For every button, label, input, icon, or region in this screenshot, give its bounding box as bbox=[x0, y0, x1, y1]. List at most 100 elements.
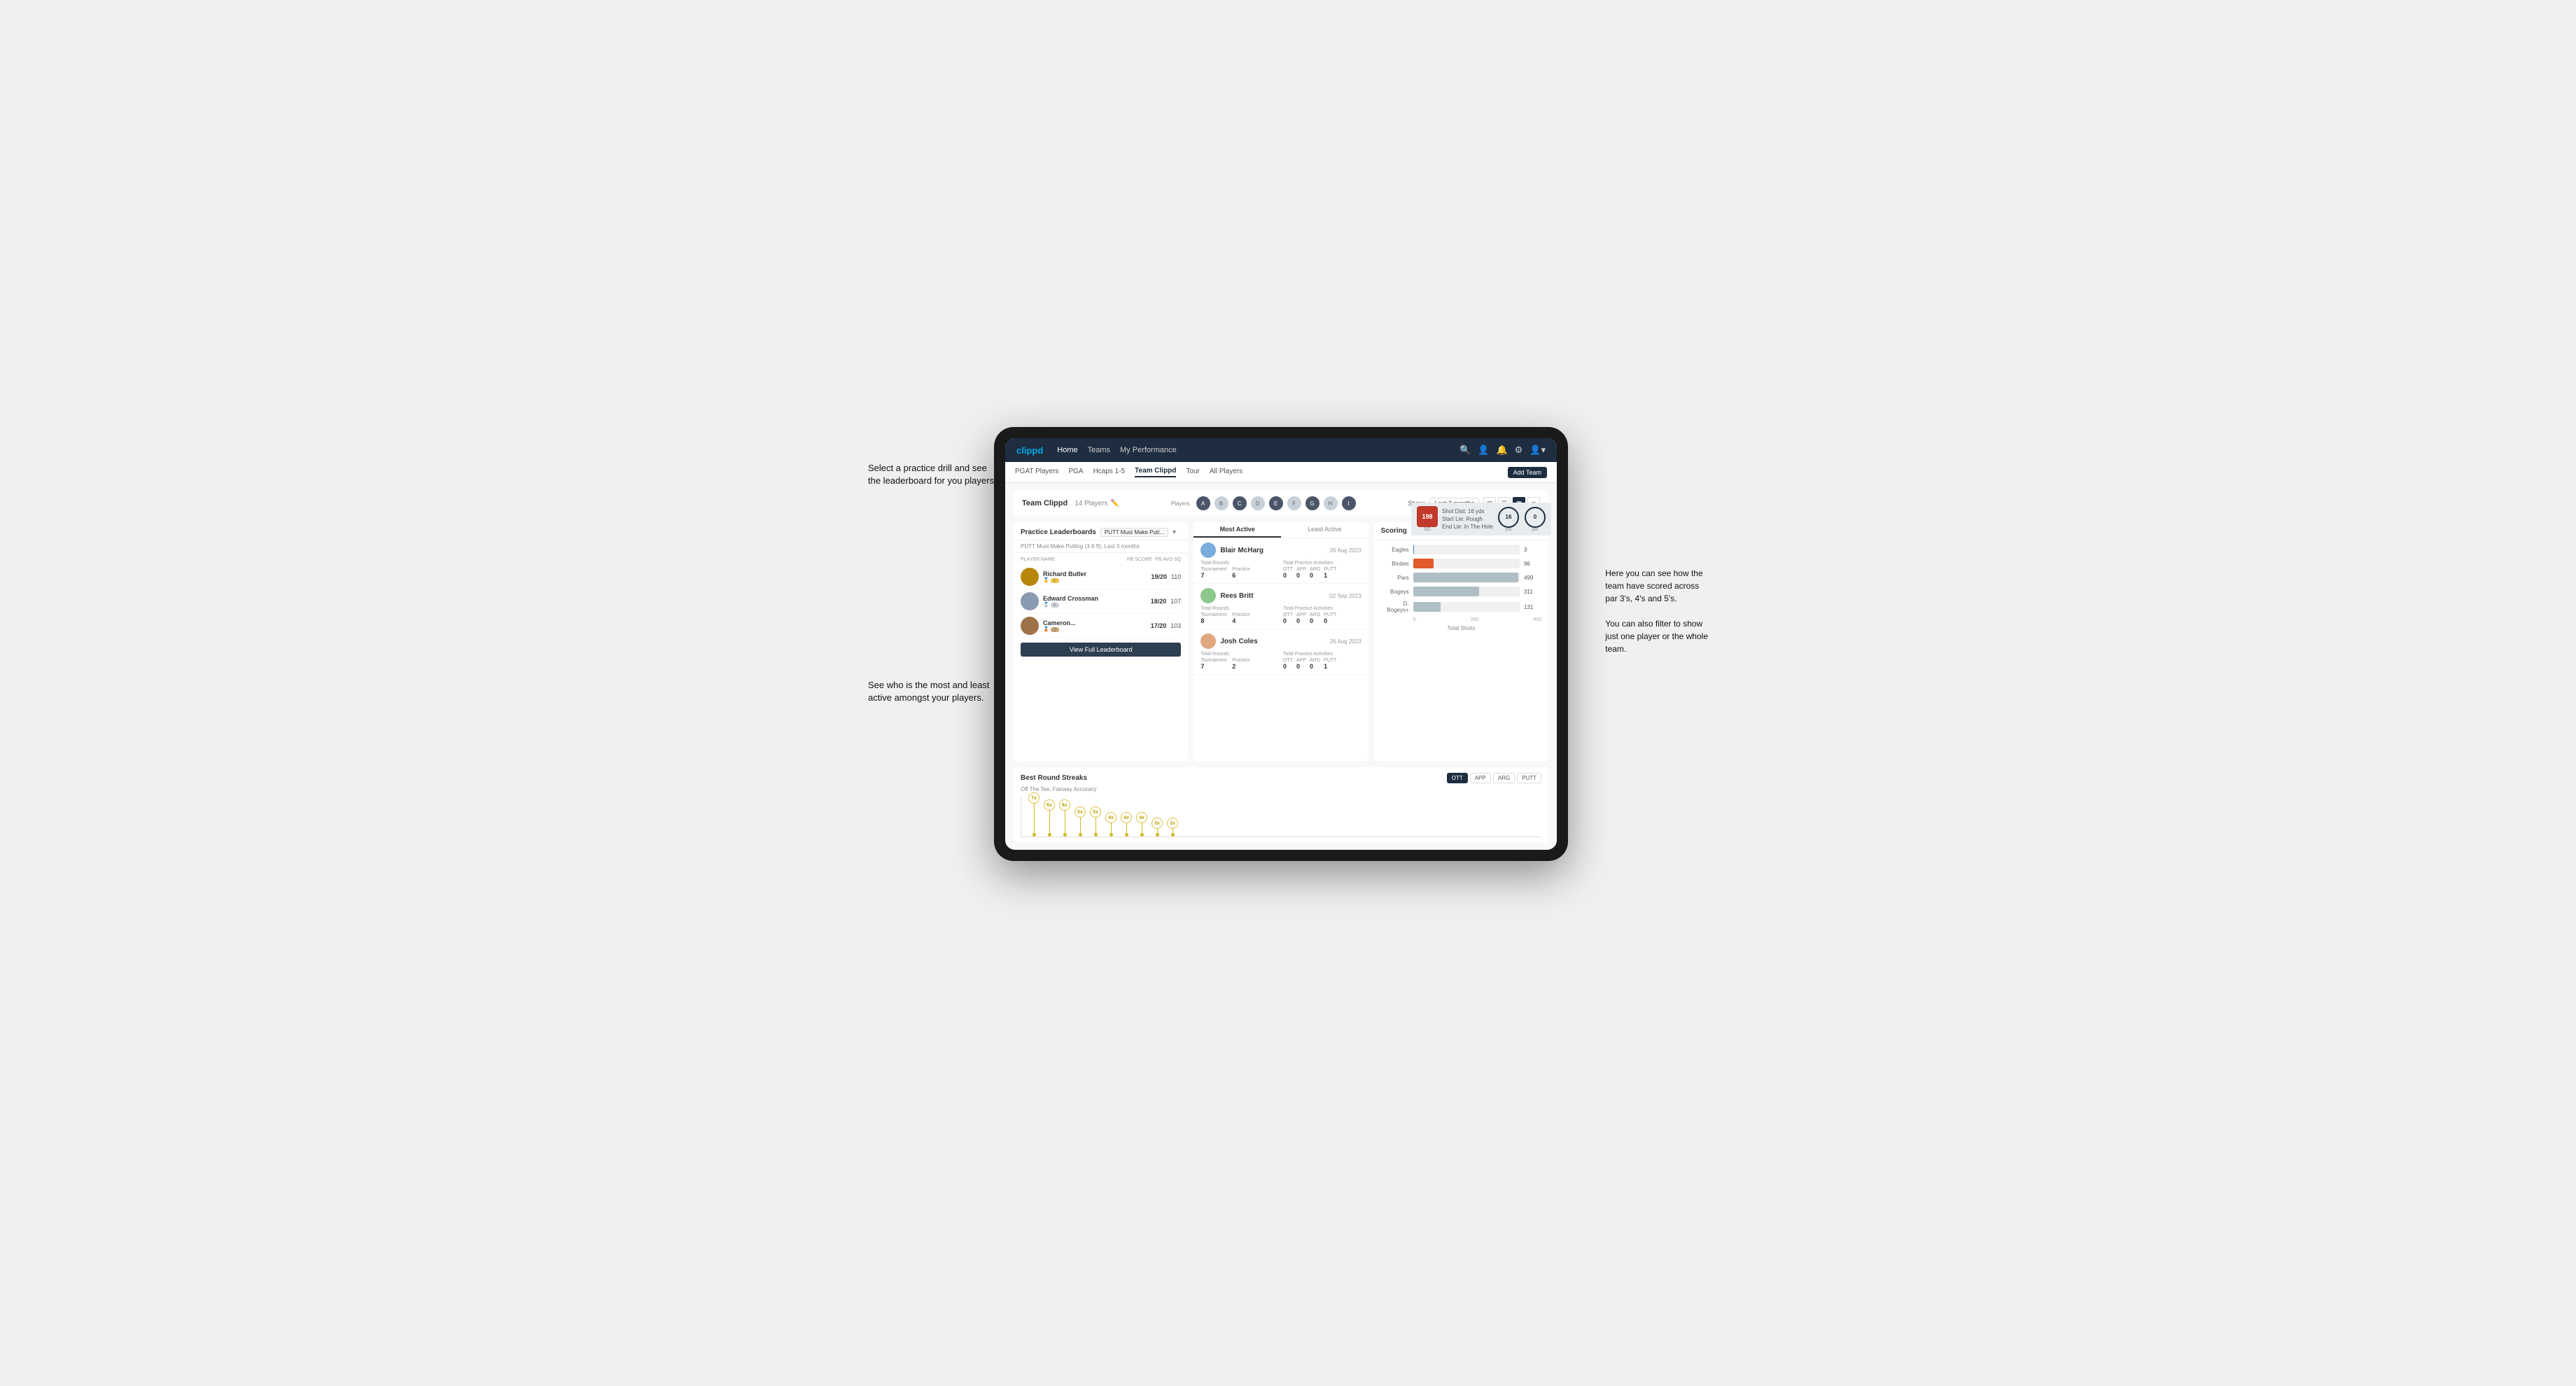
subnav-tour[interactable]: Tour bbox=[1186, 468, 1199, 477]
player-date-2: 02 Sep 2023 bbox=[1329, 593, 1361, 599]
bar-double-bogeys: D. Bogeys+ 131 bbox=[1381, 601, 1541, 613]
avatar-6: F bbox=[1287, 496, 1302, 511]
best-rounds-section: Best Round Streaks OTT APP ARG PUTT Off … bbox=[1014, 767, 1548, 843]
bar-chart: Eagles 3 Birdies bbox=[1374, 540, 1548, 762]
subnav-hcaps[interactable]: Hcaps 1-5 bbox=[1093, 468, 1126, 477]
bar-track-bogeys bbox=[1413, 587, 1520, 596]
player-avatar-3 bbox=[1200, 634, 1216, 649]
lb-score-2: 18/20 bbox=[1151, 598, 1167, 605]
filter-ott[interactable]: OTT bbox=[1447, 773, 1468, 783]
tablet-screen: clippd Home Teams My Performance 🔍 👤 🔔 ⚙… bbox=[1005, 438, 1557, 850]
avatar-8: H bbox=[1323, 496, 1338, 511]
player-name-1: Blair McHarg bbox=[1220, 547, 1325, 554]
avatar-7: G bbox=[1305, 496, 1320, 511]
profile-icon[interactable]: 👤 bbox=[1478, 444, 1489, 456]
lb-avatar-1 bbox=[1021, 568, 1039, 586]
bell-icon[interactable]: 🔔 bbox=[1496, 444, 1507, 456]
filter-app[interactable]: APP bbox=[1470, 773, 1491, 783]
lb-score-3: 17/20 bbox=[1151, 622, 1167, 629]
best-rounds-header: Best Round Streaks OTT APP ARG PUTT bbox=[1021, 773, 1541, 783]
leaderboard-title: Practice Leaderboards bbox=[1021, 528, 1096, 536]
players-label: Players bbox=[1171, 500, 1190, 507]
settings-icon[interactable]: ⚙ bbox=[1515, 444, 1523, 456]
filter-arg[interactable]: ARG bbox=[1493, 773, 1515, 783]
bar-fill-eagles bbox=[1413, 545, 1414, 554]
content-area: Team Clippd 14 Players ✏️ Players A B C … bbox=[1005, 483, 1557, 850]
nav-performance[interactable]: My Performance bbox=[1120, 446, 1177, 454]
avatar-9: I bbox=[1341, 496, 1357, 511]
lb-avg-3: 103 bbox=[1170, 622, 1181, 629]
activity-tabs: Most Active Least Active bbox=[1194, 522, 1368, 538]
activity-panel: Most Active Least Active Blair McHarg 26… bbox=[1194, 522, 1368, 762]
team-avatars: Players A B C D E F G H I bbox=[1171, 496, 1357, 511]
pin-dot-5 bbox=[1094, 833, 1098, 836]
player-date-3: 26 Aug 2023 bbox=[1330, 638, 1362, 645]
annotation-bottom-left: See who is the most and least active amo… bbox=[868, 679, 989, 704]
view-full-leaderboard-button[interactable]: View Full Leaderboard bbox=[1021, 643, 1181, 657]
bar-track-birdies bbox=[1413, 559, 1520, 568]
bar-track-eagles bbox=[1413, 545, 1520, 554]
tab-most-active[interactable]: Most Active bbox=[1194, 522, 1281, 538]
dropdown-chevron[interactable]: ▾ bbox=[1172, 528, 1176, 536]
lb-info-1: Richard Butler 🥇 1 bbox=[1043, 570, 1147, 583]
lb-row-2: Edward Crossman 🥈 2 18/20 107 bbox=[1021, 589, 1181, 614]
x-axis-label: Total Shots bbox=[1381, 625, 1541, 631]
add-team-button[interactable]: Add Team bbox=[1508, 467, 1547, 478]
pin-dot-4 bbox=[1079, 833, 1082, 836]
avatar-1: A bbox=[1196, 496, 1211, 511]
player-name-2: Rees Britt bbox=[1220, 592, 1325, 600]
subnav-all[interactable]: All Players bbox=[1210, 468, 1242, 477]
tablet-frame: clippd Home Teams My Performance 🔍 👤 🔔 ⚙… bbox=[994, 427, 1568, 861]
shot-badge: 198 bbox=[1417, 506, 1438, 527]
pin-2: 6x bbox=[1044, 791, 1055, 836]
player-avatar-1 bbox=[1200, 542, 1216, 558]
bar-fill-birdies bbox=[1413, 559, 1434, 568]
lb-avg-1: 110 bbox=[1171, 573, 1181, 580]
shot-info: Shot Dist: 16 yds Start Lie: Rough End L… bbox=[1442, 507, 1493, 531]
pin-dot-9 bbox=[1156, 833, 1159, 836]
annotation-top-right: Here you can see how the team have score… bbox=[1605, 567, 1708, 655]
shot-badge-label: SG bbox=[1424, 527, 1431, 532]
pin-line-6 bbox=[1111, 823, 1112, 833]
lb-avatar-2 bbox=[1021, 592, 1039, 610]
shot-card: 198 SG Shot Dist: 16 yds Start Lie: Roug… bbox=[1411, 503, 1551, 536]
edit-team-icon[interactable]: ✏️ bbox=[1110, 500, 1119, 507]
scoring-title: Scoring bbox=[1381, 527, 1407, 535]
drill-dropdown[interactable]: PUTT Must Make Putt... bbox=[1100, 528, 1168, 537]
tab-least-active[interactable]: Least Active bbox=[1281, 522, 1368, 538]
pin-8: 4x bbox=[1136, 791, 1147, 836]
lb-row-3: Cameron... 🥉 3 17/20 103 bbox=[1021, 614, 1181, 638]
search-icon[interactable]: 🔍 bbox=[1460, 444, 1471, 456]
subnav-pga[interactable]: PGA bbox=[1068, 468, 1083, 477]
pin-3: 6x bbox=[1059, 791, 1070, 836]
bar-fill-double bbox=[1413, 602, 1441, 612]
bar-track-pars bbox=[1413, 573, 1520, 582]
pin-4: 5x bbox=[1074, 791, 1086, 836]
pin-dot-8 bbox=[1140, 833, 1144, 836]
user-avatar-icon[interactable]: 👤▾ bbox=[1530, 444, 1546, 456]
subnav-pgat[interactable]: PGAT Players bbox=[1015, 468, 1058, 477]
nav-logo: clippd bbox=[1016, 445, 1043, 456]
filter-putt[interactable]: PUTT bbox=[1517, 773, 1541, 783]
pin-6: 4x bbox=[1105, 791, 1116, 836]
pin-dot-7 bbox=[1125, 833, 1128, 836]
shot-circle-1: 16 bbox=[1498, 507, 1519, 528]
nav-home[interactable]: Home bbox=[1057, 446, 1077, 454]
pin-line-1 bbox=[1034, 804, 1035, 833]
nav-teams[interactable]: Teams bbox=[1088, 446, 1110, 454]
pin-dot-2 bbox=[1048, 833, 1051, 836]
best-rounds-title: Best Round Streaks bbox=[1021, 774, 1087, 782]
sub-nav: PGAT Players PGA Hcaps 1-5 Team Clippd T… bbox=[1005, 462, 1557, 483]
filter-buttons: OTT APP ARG PUTT bbox=[1447, 773, 1541, 783]
pin-dot-1 bbox=[1032, 833, 1036, 836]
subnav-team[interactable]: Team Clippd bbox=[1135, 467, 1176, 477]
lb-info-2: Edward Crossman 🥈 2 bbox=[1043, 595, 1147, 608]
bar-eagles: Eagles 3 bbox=[1381, 545, 1541, 554]
shot-circles: 16 yds 0 yds bbox=[1498, 507, 1546, 532]
player-card-3: Josh Coles 26 Aug 2023 Total Rounds Tour… bbox=[1194, 629, 1368, 675]
avatar-2: B bbox=[1214, 496, 1229, 511]
bar-fill-bogeys bbox=[1413, 587, 1479, 596]
lb-avg-2: 107 bbox=[1170, 598, 1181, 605]
leaderboard-body: PLAYER NAME PB SCORE PB AVG SQ Richard B… bbox=[1014, 553, 1188, 762]
annotation-top-left: Select a practice drill and see the lead… bbox=[868, 462, 997, 487]
